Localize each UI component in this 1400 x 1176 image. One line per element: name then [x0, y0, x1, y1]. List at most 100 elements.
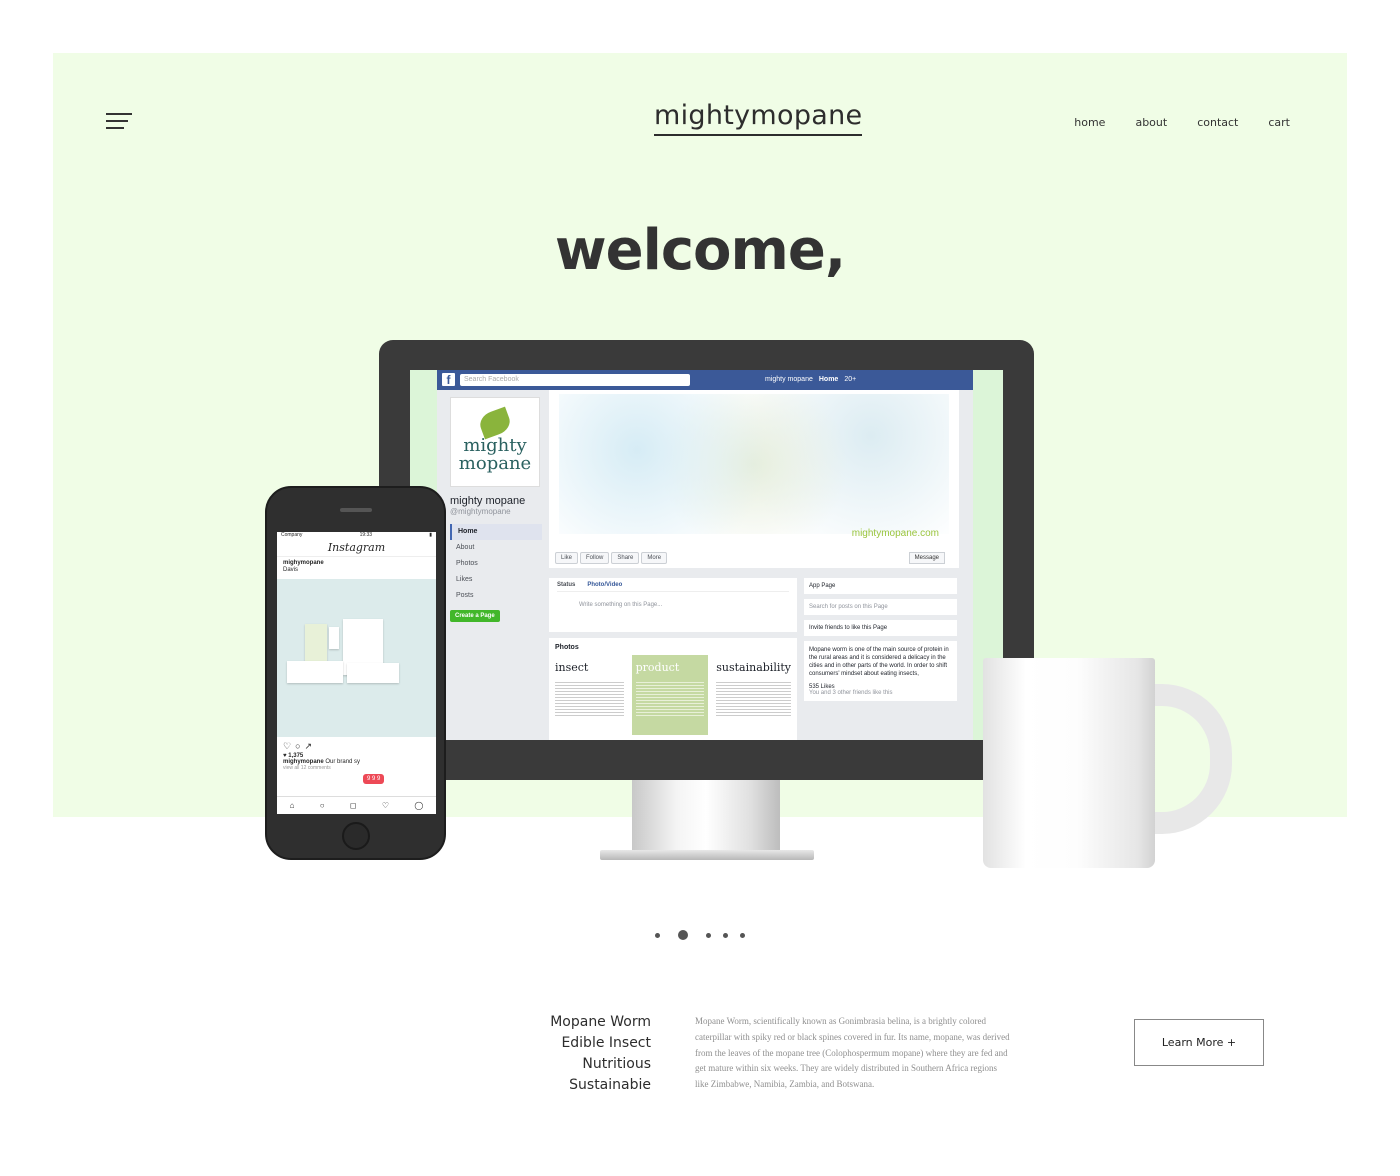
- cover-url: mightymopane.com: [851, 528, 939, 539]
- nav-about[interactable]: about: [1135, 116, 1167, 129]
- fb-invite-friends: Invite friends to like this Page: [804, 620, 957, 636]
- facebook-photos: Photos insect product sustainability: [549, 638, 797, 740]
- facebook-user-name: mighty mopane: [765, 376, 813, 383]
- facebook-user-area: mighty mopane Home 20+: [765, 373, 856, 387]
- fb-menu-likes: Likes: [456, 576, 473, 583]
- fb-menu-about: About: [456, 544, 475, 551]
- ig-post-photo: [277, 579, 436, 737]
- fb-more-button: More: [641, 552, 668, 564]
- facebook-home-label: Home: [818, 376, 839, 383]
- nav-contact[interactable]: contact: [1197, 116, 1238, 129]
- search-icon: ○: [319, 801, 325, 810]
- fb-status-tab: Status: [557, 582, 576, 588]
- ig-photo-card: [305, 624, 327, 664]
- facebook-left-column: mighty mopane mighty mopane @mightymopan…: [450, 397, 542, 622]
- facebook-page-handle: @mightymopane: [450, 507, 511, 516]
- cover-pattern: [559, 394, 949, 534]
- mug-mockup: [983, 658, 1155, 868]
- facebook-topbar: f Search Facebook mighty mopane Home 20+: [437, 370, 973, 390]
- comment-icon: ○: [295, 741, 305, 751]
- phone-speaker: [340, 508, 372, 512]
- hamburger-menu-icon[interactable]: [106, 113, 132, 131]
- fb-message-button: Message: [908, 552, 945, 564]
- photo-col-insect-title: insect: [555, 661, 589, 674]
- fb-about-text: Mopane worm is one of the main source of…: [809, 647, 949, 677]
- facebook-home-count: 20+: [844, 376, 857, 383]
- ig-time: 19:33: [359, 532, 373, 538]
- instagram-screen: Company 19:33 ▮ Instagram mighymopane Da…: [277, 532, 436, 814]
- cover-buttons: Like Follow Share More: [555, 552, 668, 564]
- fb-menu-home: Home: [450, 524, 542, 540]
- slider-dot-4[interactable]: [723, 932, 728, 938]
- facebook-page-name: mighty mopane: [450, 495, 526, 507]
- hero-headline: welcome,: [554, 218, 846, 283]
- tag-item: Sustainabie: [569, 1077, 651, 1093]
- ig-photo-card: [347, 663, 399, 683]
- fb-like-button: Like: [555, 552, 579, 564]
- site-logo[interactable]: mightymopane: [654, 100, 863, 136]
- fb-create-page-button: Create a Page: [450, 610, 500, 622]
- learn-more-button[interactable]: Learn More +: [1134, 1019, 1264, 1066]
- ig-title: Instagram: [277, 541, 436, 557]
- fb-photos-title: Photos: [555, 644, 579, 651]
- ig-photo-card: [287, 661, 343, 683]
- tag-item: Mopane Worm: [550, 1014, 651, 1030]
- product-tags: Mopane Worm Edible Insect Nutritious Sus…: [520, 1012, 651, 1096]
- tag-item: Nutritious: [582, 1056, 651, 1072]
- monitor-screen: f Search Facebook mighty mopane Home 20+…: [410, 370, 1003, 740]
- profile-icon: ◯: [414, 801, 424, 810]
- facebook-composer: Status Photo/Video Write something on th…: [549, 578, 797, 632]
- fb-menu-posts: Posts: [456, 592, 474, 599]
- fb-menu-photos: Photos: [456, 560, 478, 567]
- facebook-page-menu: Home About Photos Likes Posts: [450, 524, 542, 604]
- fb-about-box: Mopane worm is one of the main source of…: [804, 641, 957, 701]
- heart-icon: ♡: [381, 801, 390, 810]
- camera-icon: ◻: [349, 801, 357, 810]
- phone-home-button: [342, 822, 370, 850]
- nav-cart[interactable]: cart: [1268, 116, 1290, 129]
- heart-icon: ♡: [283, 741, 296, 751]
- fb-likes-sub: You and 3 other friends like this: [809, 690, 893, 696]
- photo-col-product: product: [631, 655, 709, 735]
- ig-post-location: Davis: [283, 567, 299, 573]
- ig-post-header: mighymopane Davis: [277, 557, 436, 579]
- slider-dot-1[interactable]: [655, 932, 660, 938]
- facebook-logo-icon: f: [442, 373, 455, 387]
- photo-col-sustainability: sustainability: [716, 661, 791, 716]
- slider-dots: [0, 930, 1400, 940]
- product-description: Mopane Worm, scientifically known as Gon…: [695, 1016, 1010, 1090]
- main-nav: home about contact cart: [1074, 116, 1290, 129]
- slider-dot-2[interactable]: [678, 930, 688, 940]
- facebook-right-column: App Page Search for posts on this Page I…: [804, 578, 957, 706]
- photo-col-insect: insect: [555, 661, 624, 716]
- ig-post-user: mighymopane: [283, 560, 324, 566]
- facebook-profile-picture: mighty mopane: [450, 397, 540, 487]
- battery-icon: ▮: [429, 532, 432, 538]
- ig-comments-link: view all 12 comments: [283, 765, 331, 771]
- photo-col-product-title: product: [635, 661, 680, 674]
- fb-share-button: Share: [611, 552, 640, 564]
- ig-photo-card: [329, 627, 339, 649]
- monitor-stand-base: [600, 850, 814, 860]
- fb-photo-video-tab: Photo/Video: [587, 582, 623, 588]
- ig-notification-badge: 9 9 9: [363, 774, 385, 784]
- monitor-mockup: f Search Facebook mighty mopane Home 20+…: [379, 340, 1034, 780]
- photo-col-sustainability-title: sustainability: [716, 661, 791, 674]
- share-icon: ↗: [304, 741, 317, 751]
- monitor-stand: [632, 780, 780, 855]
- fb-composer-placeholder: Write something on this Page...: [579, 602, 663, 608]
- slider-dot-5[interactable]: [740, 932, 745, 938]
- slider-dot-3[interactable]: [706, 932, 711, 938]
- ig-carrier: Company: [281, 532, 303, 538]
- ig-actions: ♡○↗: [277, 737, 436, 753]
- facebook-search: Search Facebook: [460, 374, 690, 386]
- nav-home[interactable]: home: [1074, 116, 1105, 129]
- phone-mockup: Company 19:33 ▮ Instagram mighymopane Da…: [265, 486, 446, 860]
- facebook-cover: mightymopane.com Like Follow Share More …: [549, 390, 959, 568]
- fb-search-posts: Search for posts on this Page: [804, 599, 957, 615]
- profile-brand-line2: mopane: [458, 453, 532, 474]
- ig-status-bar: Company 19:33 ▮: [277, 532, 436, 541]
- facebook-page-mockup: f Search Facebook mighty mopane Home 20+…: [437, 370, 973, 740]
- ig-tab-bar: ⌂ ○ ◻ ♡ ◯: [277, 796, 436, 814]
- fb-app-page: App Page: [804, 578, 957, 594]
